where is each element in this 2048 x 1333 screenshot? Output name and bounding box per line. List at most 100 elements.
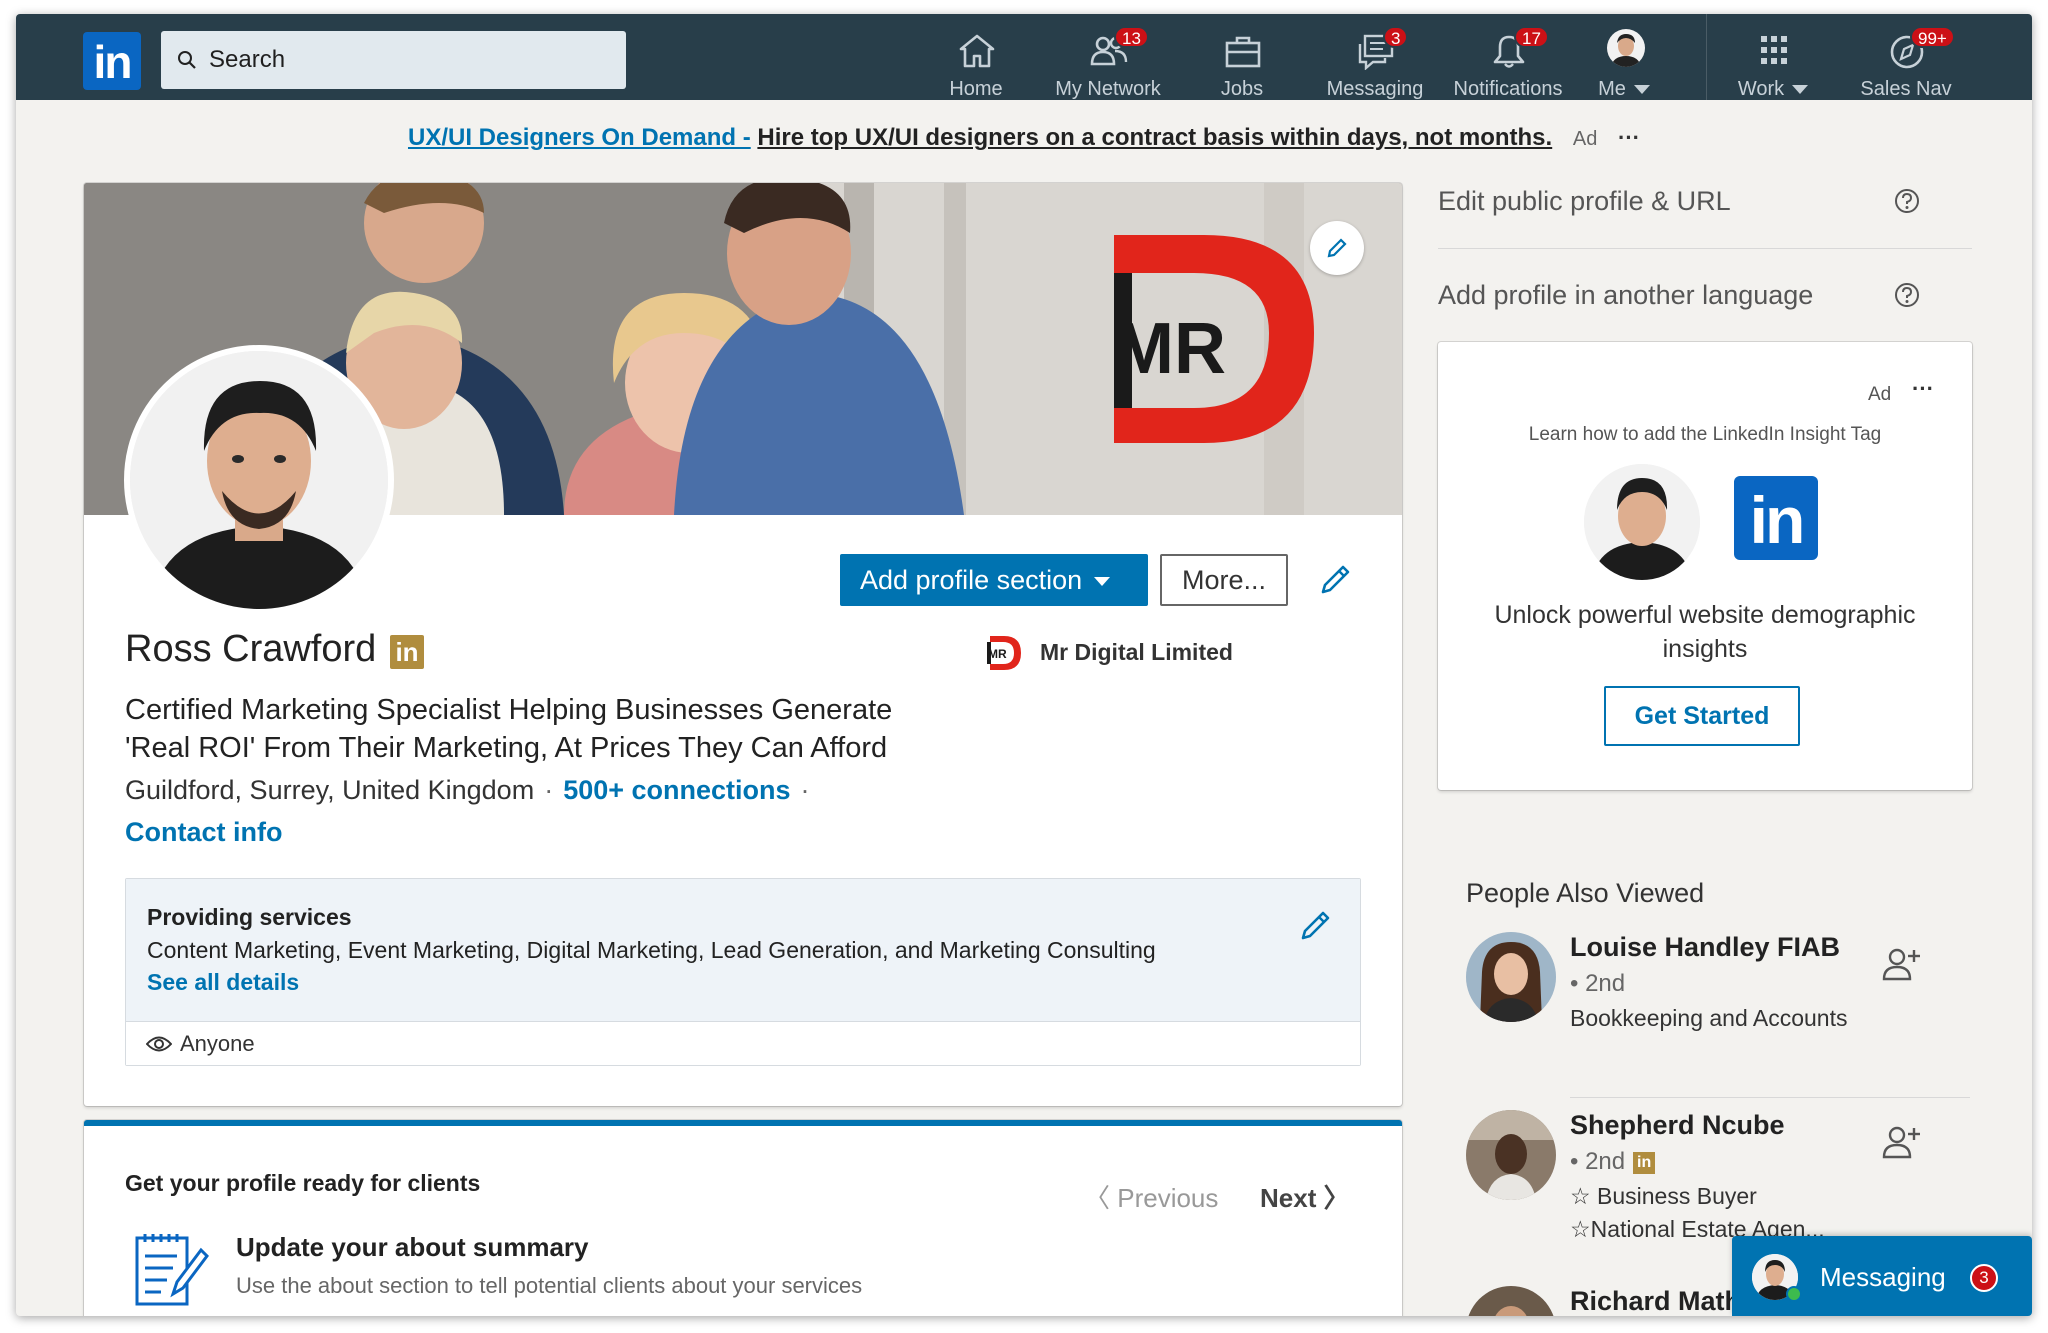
nav-my-network[interactable]: 13 My Network	[1048, 26, 1168, 100]
more-button[interactable]: More...	[1160, 554, 1288, 606]
briefcase-icon	[1225, 36, 1261, 68]
person-name[interactable]: Shepherd Ncube	[1570, 1110, 1785, 1141]
profile-headline: Certified Marketing Specialist Helping B…	[125, 694, 893, 764]
person-name[interactable]: Richard Math	[1570, 1286, 1741, 1316]
add-profile-section-label: Add profile section	[860, 565, 1083, 595]
messaging-bar-label: Messaging	[1820, 1262, 1946, 1292]
person-avatar[interactable]	[1466, 932, 1556, 1022]
network-badge: 13	[1114, 26, 1149, 48]
next-button[interactable]: Next 〉	[1260, 1178, 1350, 1215]
help-icon[interactable]	[1894, 282, 1920, 308]
nav-messaging[interactable]: 3 Messaging	[1315, 26, 1435, 100]
providing-services-box: Providing services Content Marketing, Ev…	[125, 878, 1361, 1066]
connections-link[interactable]: 500+ connections	[563, 775, 790, 805]
services-title: Providing services	[147, 904, 352, 930]
get-started-button[interactable]: Get Started	[1604, 686, 1800, 746]
profile-photo[interactable]	[124, 345, 394, 615]
connection-degree: • 2nd	[1570, 970, 1626, 997]
search-box[interactable]	[161, 31, 626, 89]
previous-label: Previous	[1117, 1183, 1219, 1213]
ad-more-icon[interactable]: ···	[1618, 125, 1640, 150]
chevron-down-icon	[1792, 85, 1809, 95]
person-title: Bookkeeping and Accounts	[1570, 1005, 1848, 1031]
linkedin-logo: in	[1734, 476, 1818, 560]
cover-logo-text: MR	[1114, 309, 1226, 389]
nav-jobs[interactable]: Jobs	[1182, 26, 1302, 100]
person-photo	[1466, 1286, 1556, 1316]
ad-text[interactable]: Hire top UX/UI designers on a contract b…	[757, 124, 1552, 151]
person-photo	[1466, 932, 1556, 1022]
separator-dot: ·	[800, 775, 810, 805]
ad-user-photo	[1584, 464, 1700, 580]
messaging-badge: 3	[1383, 26, 1409, 48]
nav-messaging-label: Messaging	[1326, 78, 1424, 100]
nav-divider	[1706, 14, 1707, 100]
nav-sales-nav[interactable]: 99+ Sales Nav	[1846, 26, 1966, 100]
nav-notifications[interactable]: 17 Notifications	[1448, 26, 1568, 100]
ad-more-icon[interactable]: ···	[1912, 376, 1934, 402]
person-avatar[interactable]	[1466, 1286, 1556, 1316]
profile-ready-card: Get your profile ready for clients 〈 Pre…	[84, 1120, 1402, 1316]
update-summary-title[interactable]: Update your about summary	[236, 1232, 589, 1263]
add-connection-icon[interactable]	[1881, 1124, 1921, 1160]
nav-home-label: Home	[949, 78, 1003, 100]
ad-label: Ad	[1868, 384, 1892, 405]
ad-link[interactable]: UX/UI Designers On Demand -	[408, 124, 751, 151]
sales-nav-badge: 99+	[1910, 26, 1955, 48]
person-photo	[1466, 1110, 1556, 1200]
profile-photo-image	[130, 351, 388, 609]
previous-button: 〈 Previous	[1084, 1178, 1218, 1215]
linkedin-logo[interactable]: in	[83, 32, 141, 90]
next-label: Next	[1260, 1183, 1317, 1213]
update-summary-desc: Use the about section to tell potential …	[236, 1273, 863, 1298]
nav-sales-nav-label: Sales Nav	[1860, 78, 1952, 100]
location-line: Guildford, Surrey, United Kingdom · 500+ c…	[125, 775, 820, 806]
nav-my-network-label: My Network	[1055, 78, 1161, 100]
visibility-label: Anyone	[180, 1031, 255, 1056]
nav-jobs-label: Jobs	[1220, 78, 1264, 100]
separator-dot: ·	[544, 775, 554, 805]
chevron-down-icon	[1633, 85, 1650, 95]
person-avatar[interactable]	[1466, 1110, 1556, 1200]
people-also-viewed-title: People Also Viewed	[1466, 878, 1705, 908]
avatar	[1607, 29, 1645, 67]
services-description: Content Marketing, Event Marketing, Digi…	[147, 937, 1156, 963]
nav-me[interactable]: Me	[1564, 26, 1684, 100]
add-profile-section-button[interactable]: Add profile section	[840, 554, 1148, 606]
contact-info-link[interactable]: Contact info	[125, 817, 282, 848]
svg-text:MR: MR	[988, 647, 1007, 661]
edit-services-pencil-icon[interactable]	[1298, 907, 1334, 943]
person-name[interactable]: Louise Handley FIAB	[1570, 932, 1840, 963]
online-status-dot	[1786, 1286, 1802, 1302]
help-icon[interactable]	[1894, 188, 1920, 214]
nav-home[interactable]: Home	[916, 26, 1036, 100]
services-visibility: Anyone	[126, 1021, 1360, 1065]
profile-name: Ross Crawford	[125, 628, 377, 670]
company-logo[interactable]: MR	[984, 633, 1024, 673]
add-language-profile-link[interactable]: Add profile in another language	[1438, 280, 1813, 311]
nav-me-label: Me	[1598, 78, 1626, 100]
messaging-overlay-bar[interactable]: Messaging 3	[1732, 1236, 2032, 1316]
edit-cover-button[interactable]	[1310, 221, 1364, 275]
search-input[interactable]	[209, 31, 609, 89]
add-connection-icon[interactable]	[1881, 946, 1921, 982]
document-edit-icon	[135, 1234, 209, 1306]
chevron-down-icon	[1094, 577, 1111, 587]
premium-badge: in	[1633, 1151, 1656, 1174]
profile-location: Guildford, Surrey, United Kingdom	[125, 775, 535, 805]
ad-label: Ad	[1572, 128, 1598, 150]
services-content: Providing services Content Marketing, Ev…	[126, 879, 1360, 1021]
degree-value: 2nd	[1585, 970, 1626, 997]
search-icon	[178, 51, 196, 69]
pencil-icon	[1327, 238, 1347, 258]
company-name[interactable]: Mr Digital Limited	[1040, 639, 1233, 666]
insight-tag-ad-card: Ad ··· Learn how to add the LinkedIn Ins…	[1438, 342, 1972, 790]
edit-public-profile-link[interactable]: Edit public profile & URL	[1438, 186, 1731, 217]
see-all-details-link[interactable]: See all details	[147, 969, 299, 996]
nav-work[interactable]: Work	[1713, 26, 1833, 100]
sponsored-ad-line: UX/UI Designers On Demand - Hire top UX/…	[16, 124, 2032, 152]
ad-user-avatar	[1584, 464, 1700, 580]
eye-icon	[146, 1036, 172, 1052]
edit-intro-pencil-icon[interactable]	[1318, 561, 1354, 597]
home-icon	[959, 34, 995, 68]
